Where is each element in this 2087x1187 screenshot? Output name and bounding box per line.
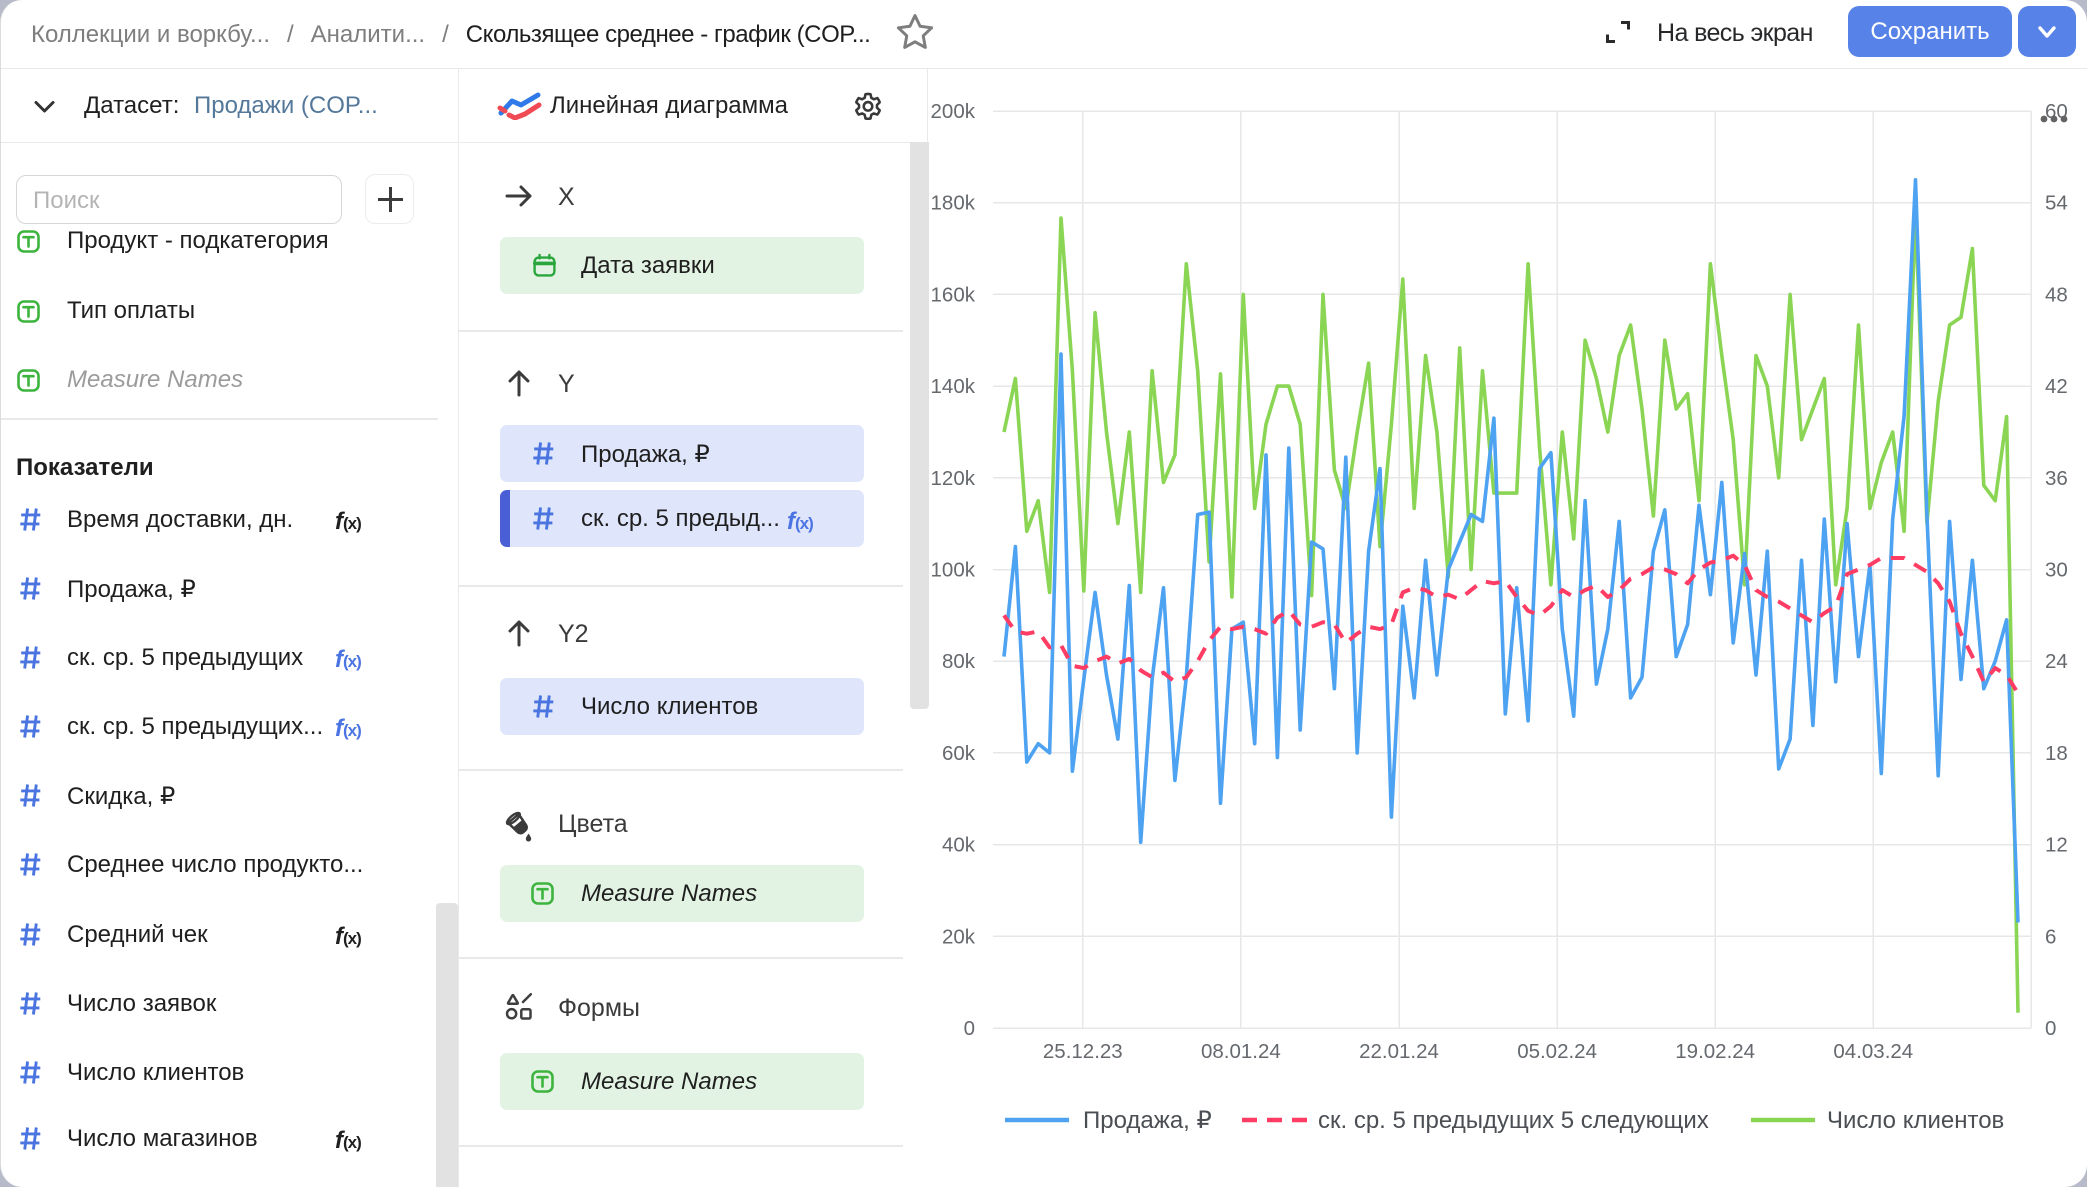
- svg-text:Число клиентов: Число клиентов: [1827, 1107, 2004, 1134]
- svg-text:05.02.24: 05.02.24: [1517, 1040, 1597, 1063]
- svg-text:19.02.24: 19.02.24: [1675, 1040, 1755, 1063]
- svg-text:0: 0: [964, 1017, 975, 1040]
- svg-text:40k: 40k: [942, 834, 976, 857]
- svg-text:24: 24: [2045, 650, 2068, 673]
- svg-text:18: 18: [2045, 742, 2068, 765]
- svg-text:180k: 180k: [931, 192, 976, 215]
- svg-text:120k: 120k: [931, 467, 976, 490]
- svg-text:200k: 200k: [931, 100, 976, 123]
- svg-text:140k: 140k: [931, 375, 976, 398]
- svg-text:20k: 20k: [942, 925, 976, 948]
- svg-text:42: 42: [2045, 375, 2068, 398]
- svg-text:60k: 60k: [942, 742, 976, 765]
- svg-text:0: 0: [2045, 1017, 2056, 1040]
- svg-text:08.01.24: 08.01.24: [1201, 1040, 1281, 1063]
- svg-text:54: 54: [2045, 192, 2068, 215]
- svg-text:12: 12: [2045, 834, 2068, 857]
- svg-text:ск. ср. 5 предыдущих 5 следующ: ск. ср. 5 предыдущих 5 следующих: [1318, 1107, 1709, 1134]
- svg-text:48: 48: [2045, 283, 2068, 306]
- svg-text:100k: 100k: [931, 559, 976, 582]
- svg-text:Продажа, ₽: Продажа, ₽: [1083, 1107, 1212, 1134]
- svg-text:80k: 80k: [942, 650, 976, 673]
- svg-text:04.03.24: 04.03.24: [1833, 1040, 1913, 1063]
- svg-text:22.01.24: 22.01.24: [1359, 1040, 1439, 1063]
- svg-text:30: 30: [2045, 559, 2068, 582]
- svg-text:36: 36: [2045, 467, 2068, 490]
- svg-text:25.12.23: 25.12.23: [1043, 1040, 1123, 1063]
- svg-text:160k: 160k: [931, 283, 976, 306]
- svg-text:6: 6: [2045, 925, 2056, 948]
